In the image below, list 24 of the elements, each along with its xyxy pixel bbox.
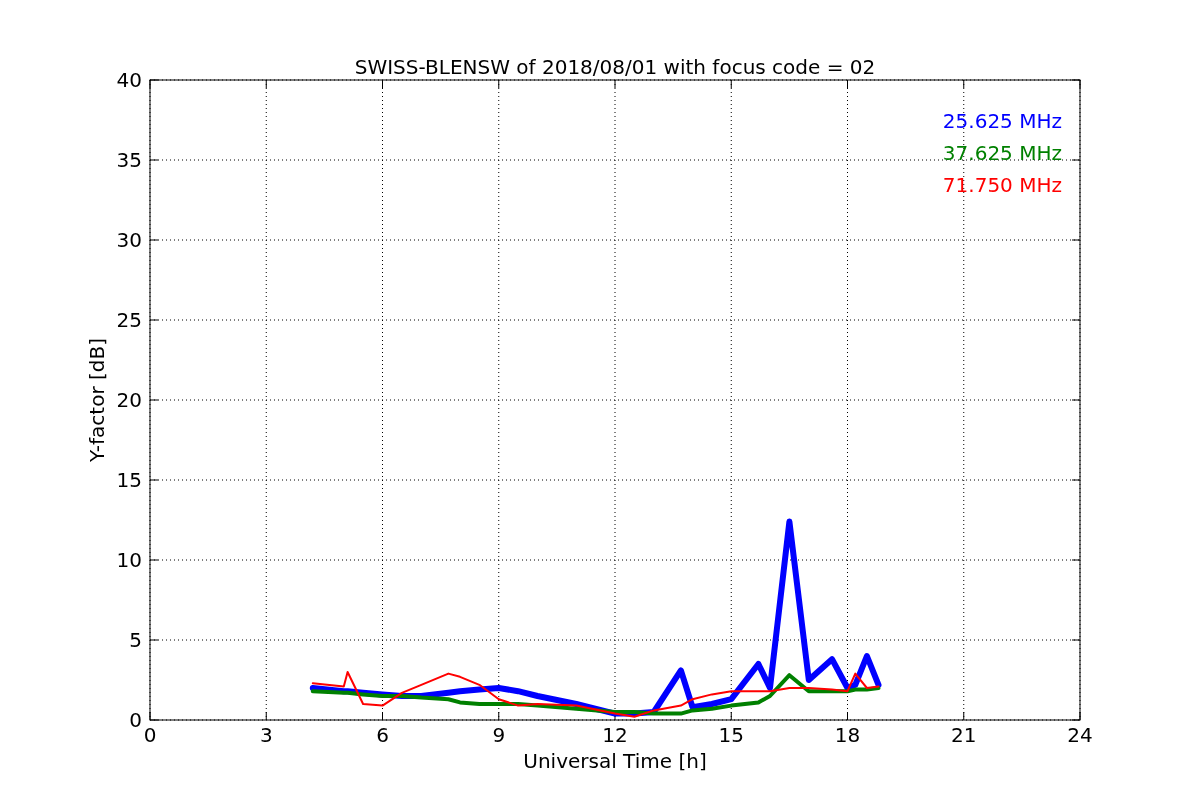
tick-label: 25: [116, 308, 142, 332]
tick-label: 18: [834, 723, 861, 747]
tick-label: 0: [143, 723, 157, 747]
tick-label: 21: [951, 723, 977, 747]
tick-label: 20: [116, 388, 142, 412]
legend-label: 37.625 MHz: [942, 141, 1062, 165]
x-axis-label: Universal Time [h]: [523, 749, 707, 773]
legend-label: 25.625 MHz: [942, 109, 1062, 133]
legend-label: 71.750 MHz: [942, 173, 1062, 197]
tick-label: 24: [1067, 723, 1093, 747]
tick-label: 15: [116, 468, 142, 492]
tick-label: 9: [492, 723, 506, 747]
tick-label: 3: [259, 723, 273, 747]
tick-label: 30: [116, 228, 142, 252]
tick-label: 6: [376, 723, 389, 747]
chart-title: SWISS-BLENSW of 2018/08/01 with focus code = 02: [354, 55, 876, 79]
tick-label: 10: [116, 548, 142, 572]
tick-label: 0: [129, 708, 142, 732]
tick-label: 40: [116, 68, 142, 92]
y-axis-label: Y-factor [dB]: [85, 338, 109, 462]
tick-label: 35: [116, 148, 142, 172]
tick-label: 15: [718, 723, 744, 747]
tick-label: 5: [129, 628, 142, 652]
tick-label: 12: [602, 723, 628, 747]
